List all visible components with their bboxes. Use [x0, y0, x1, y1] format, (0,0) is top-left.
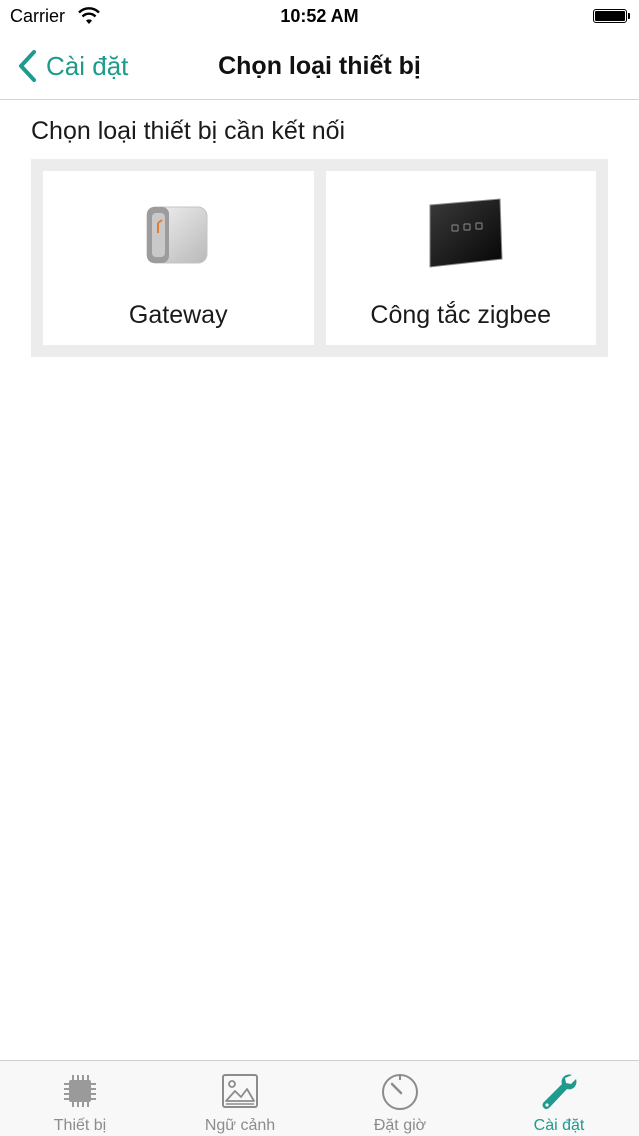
status-bar: Carrier 10:52 AM [0, 0, 639, 34]
tab-thiet-bi[interactable]: Thiết bị [0, 1061, 160, 1136]
device-tile-zigbee-switch[interactable]: Công tắc zigbee [325, 171, 596, 345]
device-tile-label: Gateway [128, 301, 228, 329]
tab-bar: Thiết bị Ngữ cảnh Đặt giờ Cài đặt [0, 1060, 639, 1136]
wrench-icon [542, 1074, 577, 1110]
zigbee-switch-icon [429, 198, 503, 268]
tab-cai-dat[interactable]: Cài đặt [479, 1061, 639, 1136]
timer-icon [382, 1074, 418, 1110]
device-tile-label: Công tắc zigbee [370, 301, 552, 329]
page-title: Chọn loại thiết bị [218, 52, 421, 80]
picture-icon [222, 1074, 258, 1108]
gateway-device-icon [146, 206, 208, 264]
section-heading: Chọn loại thiết bị cần kết nối [31, 117, 346, 145]
navigation-bar: Cài đặt Chọn loại thiết bị [0, 34, 639, 100]
screen: Carrier 10:52 AM Cài đặt Chọn loại thiết… [0, 0, 639, 1136]
battery-icon [593, 9, 630, 23]
device-tile-gateway[interactable]: Gateway [43, 171, 314, 345]
tab-label: Thiết bị [53, 1117, 107, 1134]
status-time: 10:52 AM [280, 6, 359, 26]
chip-icon [64, 1075, 96, 1107]
tab-label: Ngữ cảnh [204, 1117, 276, 1134]
tab-label: Cài đặt [533, 1117, 585, 1134]
tab-ngu-canh[interactable]: Ngữ cảnh [160, 1061, 320, 1136]
device-type-grid: Gateway Công tắc zigbee [31, 159, 608, 357]
tab-dat-gio[interactable]: Đặt giờ [320, 1061, 480, 1136]
tab-label: Đặt giờ [373, 1117, 427, 1134]
